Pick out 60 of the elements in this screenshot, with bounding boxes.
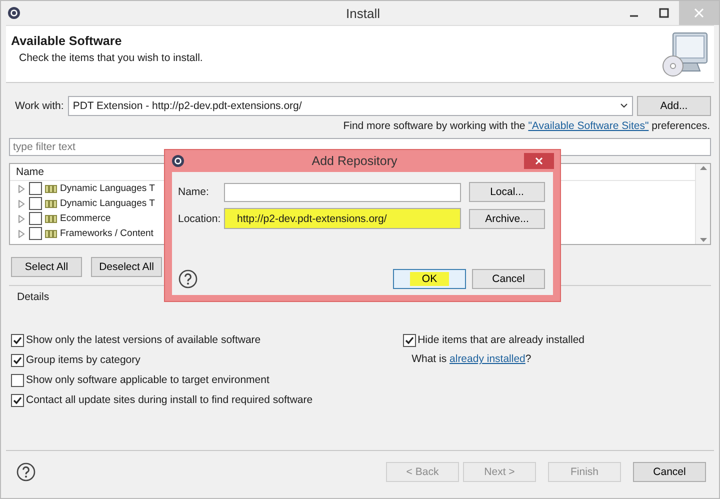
option-label: Group items by category xyxy=(26,354,140,366)
help-icon[interactable] xyxy=(16,462,36,482)
tree-item[interactable]: Dynamic Languages T xyxy=(60,183,155,194)
caret-icon[interactable] xyxy=(620,103,628,109)
find-more-text: Find more software by working with the "Available Software Sites" preferences. xyxy=(343,120,710,132)
category-icon xyxy=(45,184,57,192)
scrollbar[interactable] xyxy=(695,164,710,244)
app-icon xyxy=(7,6,21,20)
tree-item[interactable]: Ecommerce xyxy=(60,213,111,224)
option-label: Contact all update sites during install to find required software xyxy=(26,394,313,406)
wizard-button[interactable]: Cancel xyxy=(633,462,706,482)
add-button[interactable]: Add... xyxy=(637,96,711,116)
checkbox[interactable] xyxy=(29,197,42,210)
repository-dropdown[interactable]: PDT Extension - http://p2-dev.pdt-extensions.org/ xyxy=(68,96,633,116)
checkbox[interactable] xyxy=(29,227,42,240)
category-icon xyxy=(45,230,57,238)
cancel-button[interactable]: Cancel xyxy=(472,269,545,289)
checkbox[interactable] xyxy=(11,374,24,386)
ok-button[interactable]: OK xyxy=(393,269,466,289)
checkbox[interactable] xyxy=(29,182,42,195)
checkbox[interactable] xyxy=(29,212,42,225)
help-icon[interactable] xyxy=(178,269,198,289)
app-icon xyxy=(171,154,185,168)
sites-link[interactable]: "Available Software Sites" xyxy=(528,120,649,132)
archive-button[interactable]: Archive... xyxy=(469,208,545,228)
tree-item[interactable]: Frameworks / Content xyxy=(60,228,154,239)
details-label: Details xyxy=(17,291,50,303)
scroll-down-icon[interactable] xyxy=(700,238,706,242)
option-label: Hide items that are already installed xyxy=(418,334,584,346)
checkbox[interactable] xyxy=(11,334,24,346)
close-icon[interactable] xyxy=(524,153,554,169)
select-all-button[interactable]: Select All xyxy=(11,257,82,277)
expander-icon[interactable] xyxy=(18,214,26,222)
expander-icon[interactable] xyxy=(18,200,26,208)
deselect-all-button[interactable]: Deselect All xyxy=(91,257,162,277)
page-title: Available Software xyxy=(11,34,123,48)
scroll-up-icon[interactable] xyxy=(700,166,706,170)
dialog-title: Add Repository xyxy=(310,154,398,168)
page-subtitle: Check the items that you wish to install. xyxy=(19,52,203,64)
tree-item[interactable]: Dynamic Languages T xyxy=(60,198,155,209)
expander-icon[interactable] xyxy=(18,184,26,192)
category-icon xyxy=(45,214,57,222)
field-label: Location: xyxy=(178,212,220,224)
location-field[interactable]: http://p2-dev.pdt-extensions.org/ xyxy=(224,208,461,229)
installed-link[interactable]: already installed xyxy=(450,353,526,365)
option-label: Show only the latest versions of available software xyxy=(26,334,261,346)
checkbox[interactable] xyxy=(11,394,24,406)
window-title: Install xyxy=(345,6,381,20)
computer-cd-icon xyxy=(661,30,709,78)
what-is-text: What is already installed? xyxy=(412,353,532,365)
option-label: Show only software applicable to target environment xyxy=(26,374,270,386)
expander-icon[interactable] xyxy=(18,230,26,238)
local-button[interactable]: Local... xyxy=(469,182,545,202)
checkbox[interactable] xyxy=(11,354,24,366)
category-icon xyxy=(45,200,57,208)
checkbox[interactable] xyxy=(402,334,416,346)
column-header[interactable]: Name xyxy=(16,166,44,178)
field-label: Name: xyxy=(178,186,210,198)
name-field[interactable] xyxy=(224,182,461,202)
field-label: Work with: xyxy=(15,100,64,112)
